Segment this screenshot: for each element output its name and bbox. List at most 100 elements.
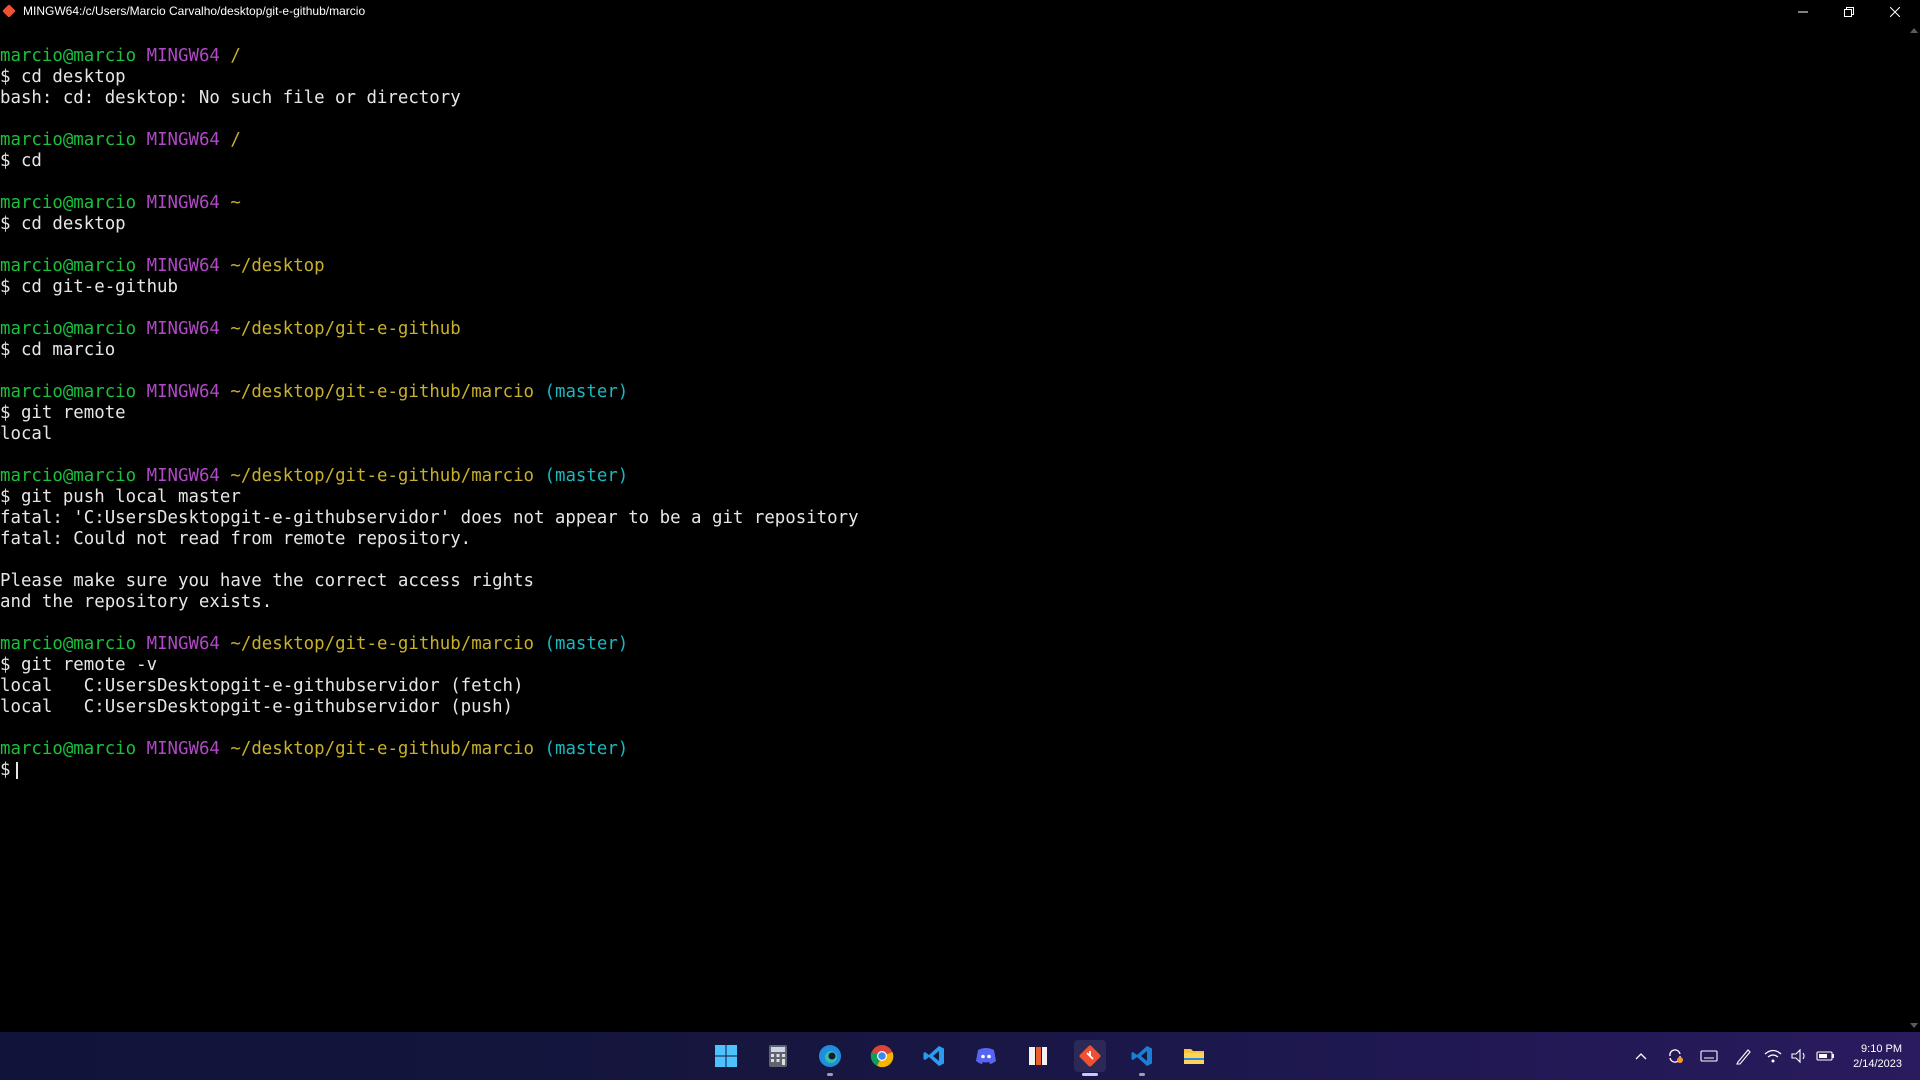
line-text [220,319,230,339]
taskbar: 9:10 PM 2/14/2023 [0,1032,1920,1080]
line-text [136,46,146,66]
prompt-path: ~/desktop/git-e-github/marcio [230,466,535,486]
scroll-down-icon[interactable] [1910,1023,1918,1028]
discord-button[interactable] [970,1040,1002,1072]
line-text: $ cd [0,151,42,171]
prompt-branch: (master) [544,739,629,759]
clock-date: 2/14/2023 [1853,1058,1902,1070]
line-text [534,739,544,759]
office-icon [1029,1047,1047,1065]
terminal-line: local C:UsersDesktopgit-e-githubservidor… [0,697,1908,718]
prompt-branch: (master) [544,634,629,654]
restore-button[interactable] [1826,0,1872,24]
restore-icon [1844,7,1854,17]
prompt-user: marcio@marcio [0,382,137,402]
terminal-line: $ git remote -v [0,655,1908,676]
prompt-path: ~/desktop/git-e-github/marcio [230,382,535,402]
line-text: local [0,424,53,444]
prompt-path: ~/desktop [230,256,325,276]
terminal-line: $ [0,760,1908,781]
line-text: fatal: 'C:UsersDesktopgit-e-githubservid… [0,508,859,528]
line-text [220,466,230,486]
edge-button[interactable] [814,1040,846,1076]
file-explorer-icon [1184,1049,1204,1064]
line-text [136,319,146,339]
line-text [220,46,230,66]
terminal-line: marcio@marcio MINGW64 ~/desktop/git-e-gi… [0,466,1908,487]
running-indicator [1082,1073,1098,1076]
line-text [220,382,230,402]
prompt-user: marcio@marcio [0,193,137,213]
terminal-line: fatal: Could not read from remote reposi… [0,529,1908,550]
line-text [534,466,544,486]
line-text [136,466,146,486]
discord-icon [976,1048,996,1064]
sync-icon[interactable] [1666,1047,1684,1065]
wifi-icon[interactable] [1764,1048,1782,1064]
pen-icon[interactable] [1734,1047,1752,1065]
line-text: local C:UsersDesktopgit-e-githubservidor… [0,676,524,696]
prompt-user: marcio@marcio [0,130,137,150]
prompt-path: ~/desktop/git-e-github/marcio [230,634,535,654]
keyboard-icon[interactable] [1700,1049,1718,1063]
prompt-user: marcio@marcio [0,466,137,486]
minimize-button[interactable] [1780,0,1826,24]
line-text [136,193,146,213]
prompt-branch: (master) [544,382,629,402]
line-text: Please make sure you have the correct ac… [0,571,534,591]
terminal-line: $ cd git-e-github [0,277,1908,298]
line-text: $ [0,760,11,780]
scrollbar[interactable] [1908,24,1920,1032]
line-text [136,382,146,402]
vscode-button[interactable] [918,1040,950,1072]
terminal-line: bash: cd: desktop: No such file or direc… [0,88,1908,109]
terminal-line: $ cd marcio [0,340,1908,361]
line-text: $ git remote -v [0,655,158,675]
line-text [220,193,230,213]
terminal-line: $ git push local master [0,487,1908,508]
chrome-icon [870,1045,894,1068]
volume-icon[interactable] [1790,1048,1808,1064]
office-button[interactable] [1022,1040,1054,1072]
window-title: MINGW64:/c/Users/Marcio Carvalho/desktop… [23,4,366,18]
line-text: fatal: Could not read from remote reposi… [0,529,472,549]
terminal-line: marcio@marcio MINGW64 ~/desktop/git-e-gi… [0,382,1908,403]
git-bash-icon [1079,1045,1101,1067]
prompt-user: marcio@marcio [0,739,137,759]
terminal-line: $ cd [0,151,1908,172]
scroll-up-icon[interactable] [1910,28,1918,33]
system-tray [1630,1032,1840,1080]
start-button[interactable] [710,1040,742,1072]
terminal-line: marcio@marcio MINGW64 ~/desktop/git-e-gi… [0,739,1908,760]
calculator-button[interactable] [762,1040,794,1072]
chevron-up-icon[interactable] [1634,1049,1648,1063]
close-icon [1890,7,1900,17]
line-text [220,739,230,759]
file-explorer-button[interactable] [1178,1040,1210,1072]
git-bash-button[interactable] [1074,1040,1106,1076]
line-text [220,130,230,150]
prompt-user: marcio@marcio [0,634,137,654]
line-text: and the repository exists. [0,592,273,612]
battery-icon[interactable] [1816,1048,1836,1064]
terminal-line: $ cd desktop [0,67,1908,88]
terminal-line: $ cd desktop [0,214,1908,235]
vscode-icon [923,1046,944,1066]
chrome-button[interactable] [866,1040,898,1072]
prompt-user: marcio@marcio [0,319,137,339]
terminal-line: marcio@marcio MINGW64 ~/desktop/git-e-gi… [0,634,1908,655]
prompt-host: MINGW64 [146,130,220,150]
prompt-path: / [230,130,241,150]
prompt-host: MINGW64 [146,193,220,213]
terminal-output[interactable]: marcio@marcio MINGW64 /$ cd desktop bash:… [0,46,1908,1026]
vscode-insiders-icon [1131,1046,1152,1066]
minimize-icon [1798,11,1808,13]
vscode-insiders-button[interactable] [1126,1040,1158,1076]
start-icon [715,1045,737,1067]
close-button[interactable] [1872,0,1918,24]
clock[interactable]: 9:10 PM 2/14/2023 [1853,1042,1902,1072]
